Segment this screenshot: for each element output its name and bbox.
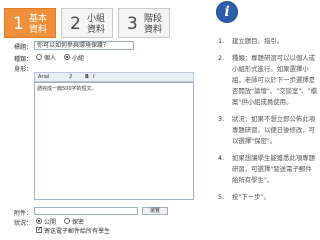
step-number: 2 bbox=[70, 14, 81, 34]
attach-label: 附件： bbox=[14, 210, 33, 217]
item-text: 如果想讓學生能獲悉此項專題研習，可選擇"發送電子郵件給所有學生"。 bbox=[232, 154, 316, 184]
status-public-radio[interactable] bbox=[36, 218, 42, 224]
step-number: 1 bbox=[13, 14, 24, 34]
item-text: 建立題目、指引。 bbox=[232, 37, 284, 45]
step-label-line1: 基本 bbox=[29, 14, 48, 24]
bold-button[interactable]: B bbox=[85, 74, 89, 80]
instructions-list: 1. 建立題目、指引。 2. 種類：專題研習可以以個人或小組形式進行。如果選擇小… bbox=[218, 36, 318, 209]
item-number: 1. bbox=[218, 37, 225, 45]
step-label-line1: 階段 bbox=[144, 14, 163, 24]
list-item: 4. 如果想讓學生能獲悉此項專題研習，可選擇"發送電子郵件給所有學生"。 bbox=[218, 153, 318, 186]
step-label-line1: 小組 bbox=[87, 14, 106, 24]
step-tab-basic[interactable]: 1 基本 資料 bbox=[4, 8, 56, 38]
step-label-line2: 資料 bbox=[87, 25, 106, 35]
item-number: 4. bbox=[218, 154, 225, 162]
status-private-radio[interactable] bbox=[64, 218, 70, 224]
item-number: 2. bbox=[218, 54, 225, 62]
size-select[interactable]: 2 bbox=[69, 74, 72, 80]
item-number: 3. bbox=[218, 115, 225, 123]
project-form: 標題： 你可以如何參與環境保護？ 種類： 個人 小組 身形： Arial 2 B… bbox=[10, 40, 206, 236]
step-label-line2: 資料 bbox=[144, 25, 163, 35]
step-number: 3 bbox=[127, 14, 138, 34]
list-item: 1. 建立題目、指引。 bbox=[218, 36, 318, 47]
editor-toolbar: Arial 2 B I bbox=[34, 72, 194, 82]
step-tab-group[interactable]: 2 小組 資料 bbox=[61, 8, 113, 38]
item-number: 5. bbox=[218, 193, 225, 201]
list-item: 5. 按"下一步"。 bbox=[218, 192, 318, 203]
font-select[interactable]: Arial bbox=[38, 74, 49, 80]
italic-button[interactable]: I bbox=[93, 74, 94, 80]
item-text: 狀況：如果不想立即公佈此項專題研習，以便日後修改，可以選擇"保密"。 bbox=[232, 115, 316, 145]
type-label: 種類： bbox=[14, 56, 33, 63]
type-group-label: 小組 bbox=[72, 55, 85, 62]
title-label: 標題： bbox=[14, 44, 33, 51]
info-icon: i bbox=[216, 1, 238, 23]
type-individual-radio[interactable] bbox=[36, 54, 42, 60]
title-input[interactable]: 你可以如何參與環境保護？ bbox=[34, 41, 134, 50]
notify-label: 寄送電子郵件給所有學生 bbox=[44, 228, 111, 235]
type-individual-label: 個人 bbox=[44, 55, 57, 62]
body-label: 身形： bbox=[14, 66, 33, 73]
step-label-line2: 資料 bbox=[29, 25, 48, 35]
body-editor[interactable]: 請完成一篇500字的短文。 bbox=[34, 82, 194, 200]
status-private-label: 保密 bbox=[72, 219, 85, 226]
list-item: 2. 種類：專題研習可以以個人或小組形式進行。如果選擇小組，老師可以於下一步選擇… bbox=[218, 53, 318, 108]
item-text: 種類：專題研習可以以個人或小組形式進行。如果選擇小組，老師可以於下一步選擇是否開… bbox=[232, 54, 317, 106]
status-public-label: 公開 bbox=[44, 219, 57, 226]
browse-button[interactable]: 瀏覽 bbox=[142, 207, 168, 215]
attach-input[interactable] bbox=[34, 207, 138, 215]
step-tab-stage[interactable]: 3 階段 資料 bbox=[118, 8, 170, 38]
notify-checkbox[interactable] bbox=[36, 226, 42, 233]
item-text: 按"下一步"。 bbox=[232, 193, 270, 201]
status-label: 狀況： bbox=[14, 220, 33, 227]
type-group-radio[interactable] bbox=[64, 54, 70, 60]
list-item: 3. 狀況：如果不想立即公佈此項專題研習，以便日後修改，可以選擇"保密"。 bbox=[218, 114, 318, 147]
